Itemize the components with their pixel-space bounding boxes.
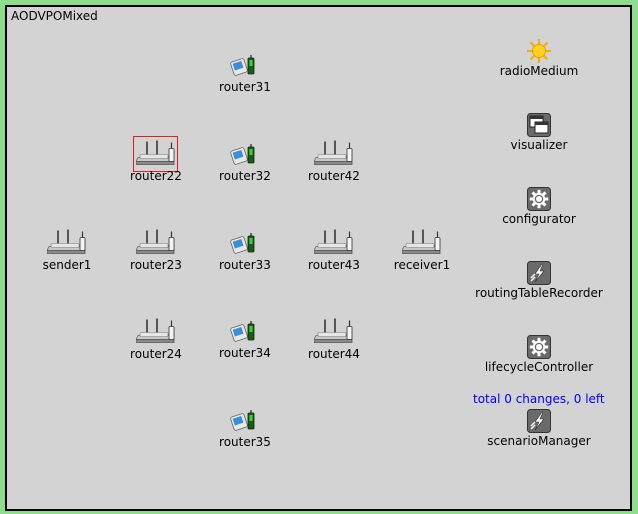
network-title: AODVPOMixed: [11, 9, 98, 23]
node-router22[interactable]: router22: [111, 139, 201, 183]
node-sender1[interactable]: sender1: [22, 228, 112, 272]
node-label-router22: router22: [130, 169, 182, 183]
wireless-router-icon: [314, 228, 354, 257]
sun-icon: [527, 39, 551, 63]
pda-icon: [230, 53, 260, 79]
node-receiver1[interactable]: receiver1: [377, 228, 467, 272]
node-router32[interactable]: router32: [200, 142, 290, 183]
node-label-router44: router44: [308, 347, 360, 361]
node-router42[interactable]: router42: [289, 139, 379, 183]
wireless-router-icon: [47, 228, 87, 257]
module-routingTableRecorder[interactable]: routingTableRecorder: [466, 261, 612, 300]
node-router23[interactable]: router23: [111, 228, 201, 272]
node-label-router35: router35: [219, 435, 271, 449]
node-router31[interactable]: router31: [200, 53, 290, 94]
network-canvas[interactable]: AODVPOMixed router31 router32 router33 r…: [5, 5, 632, 511]
scenario-status-text: total 0 changes, 0 left: [473, 392, 605, 406]
node-label-sender1: sender1: [42, 258, 92, 272]
node-label-router24: router24: [130, 347, 182, 361]
node-label-router33: router33: [219, 258, 271, 272]
wireless-router-icon: [314, 139, 354, 168]
pda-icon: [230, 319, 260, 345]
node-label-router31: router31: [219, 80, 271, 94]
module-lifecycleController[interactable]: lifecycleController: [466, 335, 612, 374]
node-router44[interactable]: router44: [289, 317, 379, 361]
module-label-lifecycleController: lifecycleController: [484, 360, 594, 374]
module-label-visualizer: visualizer: [510, 138, 568, 152]
node-router34[interactable]: router34: [200, 319, 290, 360]
node-label-router32: router32: [219, 169, 271, 183]
gear-icon: [527, 335, 551, 359]
pda-icon: [230, 408, 260, 434]
module-configurator[interactable]: configurator: [476, 187, 602, 226]
node-router35[interactable]: router35: [200, 408, 290, 449]
module-scenarioManager[interactable]: scenarioManager: [476, 409, 602, 448]
node-router24[interactable]: router24: [111, 317, 201, 361]
wireless-router-icon: [136, 228, 176, 257]
pda-icon: [230, 142, 260, 168]
window-icon: [527, 113, 551, 137]
wireless-router-icon: [314, 317, 354, 346]
gear-icon: [527, 187, 551, 211]
node-label-router43: router43: [308, 258, 360, 272]
module-radioMedium[interactable]: radioMedium: [476, 39, 602, 78]
node-router43[interactable]: router43: [289, 228, 379, 272]
pda-icon: [230, 231, 260, 257]
module-visualizer[interactable]: visualizer: [476, 113, 602, 152]
module-label-configurator: configurator: [502, 212, 576, 226]
lightning-icon: [527, 261, 551, 285]
module-label-routingTableRecorder: routingTableRecorder: [475, 286, 603, 300]
node-label-router42: router42: [308, 169, 360, 183]
node-router33[interactable]: router33: [200, 231, 290, 272]
node-label-router34: router34: [219, 346, 271, 360]
wireless-router-icon: [136, 139, 176, 168]
module-label-radioMedium: radioMedium: [499, 64, 579, 78]
node-label-router23: router23: [130, 258, 182, 272]
lightning-icon: [527, 409, 551, 433]
module-label-scenarioManager: scenarioManager: [487, 434, 591, 448]
node-label-receiver1: receiver1: [393, 258, 451, 272]
wireless-router-icon: [402, 228, 442, 257]
wireless-router-icon: [136, 317, 176, 346]
